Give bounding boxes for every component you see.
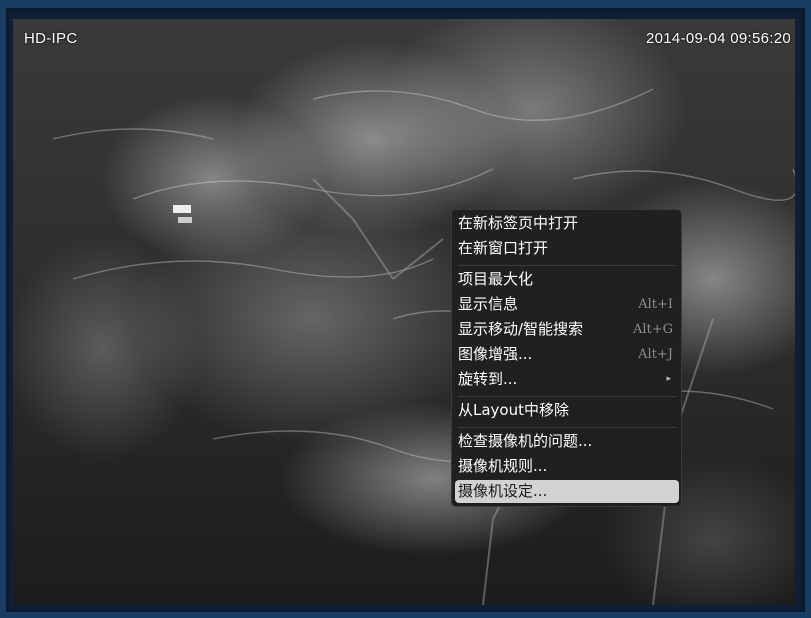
menu-item-label: 从Layout中移除 xyxy=(458,401,569,419)
menu-item-label: 显示移动/智能搜索 xyxy=(458,320,584,338)
menu-item-show-info[interactable]: 显示信息 Alt+I xyxy=(455,293,679,316)
menu-item-check-camera-issues[interactable]: 检查摄像机的问题... xyxy=(455,430,679,453)
menu-separator xyxy=(458,396,676,397)
menu-item-label: 摄像机规则... xyxy=(458,457,548,475)
menu-separator xyxy=(458,427,676,428)
menu-item-motion-smart-search[interactable]: 显示移动/智能搜索 Alt+G xyxy=(455,318,679,341)
menu-item-camera-settings[interactable]: 摄像机设定... xyxy=(455,480,679,503)
context-menu: 在新标签页中打开 在新窗口打开 项目最大化 显示信息 Alt+I 显示移动/智能… xyxy=(451,209,682,507)
menu-item-label: 图像增强... xyxy=(458,345,533,363)
menu-item-label: 显示信息 xyxy=(458,295,519,313)
menu-item-maximize-item[interactable]: 项目最大化 xyxy=(455,268,679,291)
menu-item-shortcut: Alt+G xyxy=(632,322,673,337)
menu-item-camera-rules[interactable]: 摄像机规则... xyxy=(455,455,679,478)
menu-item-label: 旋转到... xyxy=(458,370,518,388)
menu-item-shortcut: Alt+J xyxy=(638,347,673,362)
camera-name-overlay: HD-IPC xyxy=(24,30,78,47)
menu-item-label: 项目最大化 xyxy=(458,270,534,288)
menu-item-shortcut: Alt+I xyxy=(638,297,673,312)
menu-item-label: 摄像机设定... xyxy=(458,482,548,500)
submenu-arrow-icon: ▸ xyxy=(666,374,671,384)
menu-separator xyxy=(458,265,676,266)
menu-item-remove-from-layout[interactable]: 从Layout中移除 xyxy=(455,399,679,422)
menu-item-image-enhancement[interactable]: 图像增强... Alt+J xyxy=(455,343,679,366)
timestamp-overlay: 2014-09-04 09:56:20 xyxy=(646,30,791,47)
menu-item-open-in-new-tab[interactable]: 在新标签页中打开 xyxy=(455,212,679,235)
menu-item-rotate-to[interactable]: 旋转到... ▸ xyxy=(455,368,679,391)
menu-item-label: 检查摄像机的问题... xyxy=(458,432,593,450)
menu-item-label: 在新标签页中打开 xyxy=(458,214,579,232)
menu-item-label: 在新窗口打开 xyxy=(458,239,549,257)
menu-item-open-in-new-window[interactable]: 在新窗口打开 xyxy=(455,237,679,260)
